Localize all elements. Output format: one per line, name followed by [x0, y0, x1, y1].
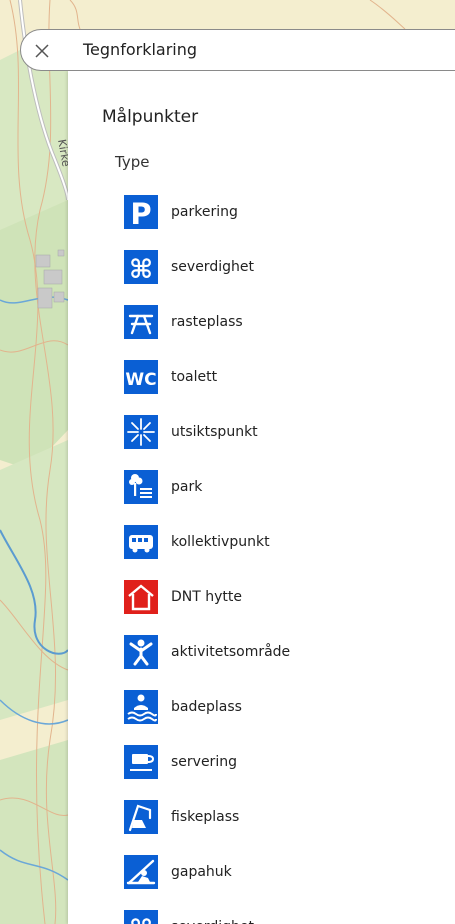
swimming-icon — [124, 690, 158, 724]
legend-item-label: servering — [171, 754, 237, 770]
legend-item: utsiktspunkt — [124, 415, 444, 470]
legend-item: ⌘ severdighet — [124, 250, 444, 305]
legend-item: ⌘ severdighet — [124, 910, 444, 924]
legend-item-label: DNT hytte — [171, 589, 243, 605]
svg-text:P: P — [130, 197, 151, 229]
legend-item-label: toalett — [171, 369, 218, 385]
legend-item-label: badeplass — [171, 699, 242, 715]
bus-icon — [124, 525, 158, 559]
legend-header: Tegnforklaring — [20, 29, 455, 71]
legend-item-label: parkering — [171, 204, 238, 220]
close-button[interactable] — [29, 38, 55, 64]
legend-item-label: severdighet — [171, 919, 254, 924]
legend-item: badeplass — [124, 690, 444, 745]
svg-text:WC: WC — [125, 370, 156, 390]
legend-item-label: fiskeplass — [171, 809, 240, 825]
section-title: Målpunkter — [102, 107, 199, 127]
viewpoint-icon — [124, 415, 158, 449]
legend-item-label: rasteplass — [171, 314, 243, 330]
activity-icon — [124, 635, 158, 669]
sight-icon: ⌘ — [124, 250, 158, 284]
legend-item: rasteplass — [124, 305, 444, 360]
legend-item-label: severdighet — [171, 259, 254, 275]
type-label: Type — [115, 153, 150, 171]
map-view: Kirke Målpunkter Type Pparkering ⌘ severdi… — [0, 0, 455, 924]
sight-icon: ⌘ — [124, 910, 158, 924]
legend-item-label: utsiktspunkt — [171, 424, 258, 440]
legend-item: Pparkering — [124, 195, 444, 250]
legend-item-label: park — [171, 479, 203, 495]
legend-item: kollektivpunkt — [124, 525, 444, 580]
park-icon — [124, 470, 158, 504]
header-title: Tegnforklaring — [83, 40, 198, 59]
cabin-icon — [124, 580, 158, 614]
legend-list: Pparkering ⌘ severdighet rasteplass WC toalet… — [124, 195, 444, 924]
legend-item: fiskeplass — [124, 800, 444, 855]
legend-item: servering — [124, 745, 444, 800]
legend-item-label: gapahuk — [171, 864, 232, 880]
legend-panel: Målpunkter Type Pparkering ⌘ severdighet ra… — [68, 71, 455, 924]
svg-text:⌘: ⌘ — [129, 255, 153, 284]
legend-item: park — [124, 470, 444, 525]
parking-icon: P — [124, 195, 158, 229]
legend-item-label: kollektivpunkt — [171, 534, 270, 550]
svg-text:⌘: ⌘ — [129, 915, 153, 924]
legend-item-label: aktivitetsområde — [171, 644, 291, 660]
picnic-table-icon — [124, 305, 158, 339]
wc-icon: WC — [124, 360, 158, 394]
shelter-icon — [124, 855, 158, 889]
legend-item: WC toalett — [124, 360, 444, 415]
cafe-icon — [124, 745, 158, 779]
legend-item: gapahuk — [124, 855, 444, 910]
legend-item: aktivitetsområde — [124, 635, 444, 690]
legend-item: DNT hytte — [124, 580, 444, 635]
fishing-icon — [124, 800, 158, 834]
close-icon — [35, 44, 49, 58]
